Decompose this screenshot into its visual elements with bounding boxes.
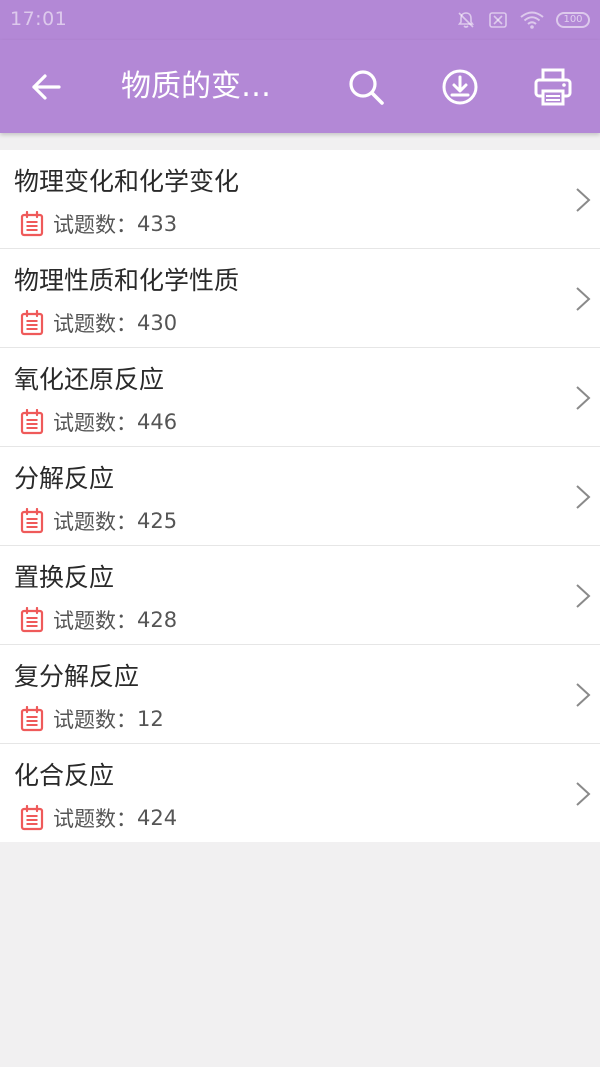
item-title: 复分解反应 (14, 662, 140, 691)
status-time: 17:01 (10, 8, 68, 30)
item-title: 物理变化和化学变化 (14, 167, 240, 196)
calendar-icon (20, 508, 44, 534)
chevron-right-icon (576, 287, 591, 311)
chevron-right-icon (576, 584, 591, 608)
calendar-icon (20, 607, 44, 633)
item-title: 分解反应 (14, 464, 115, 493)
arrow-back-icon (32, 74, 61, 100)
app-screen: 17:01 100 物质的变… 物理变化和化学变化 试题数： 433 物理性质和… (0, 0, 600, 1067)
count-label: 试题数： (53, 411, 137, 435)
topic-list: 物理变化和化学变化 试题数： 433 物理性质和化学性质 试题数： 430 氧化… (0, 150, 600, 842)
item-title: 物理性质和化学性质 (14, 266, 240, 295)
count-label: 试题数： (53, 807, 137, 831)
count-label: 试题数： (53, 213, 137, 237)
list-item[interactable]: 复分解反应 试题数： 12 (0, 645, 600, 744)
notifications-off-icon (457, 12, 475, 28)
question-count: 424 (137, 806, 178, 830)
item-title: 氧化还原反应 (14, 365, 165, 394)
calendar-icon (20, 409, 44, 435)
download-icon (442, 69, 478, 105)
calendar-icon (20, 310, 44, 336)
calendar-icon (20, 805, 44, 831)
calendar-icon (20, 706, 44, 732)
status-bar: 17:01 100 (0, 0, 600, 40)
print-icon (534, 68, 572, 106)
list-item[interactable]: 分解反应 试题数： 425 (0, 447, 600, 546)
question-count: 433 (137, 212, 178, 236)
search-icon (349, 70, 384, 105)
print-button[interactable] (531, 65, 575, 109)
battery-icon: 100 (556, 12, 590, 28)
back-button[interactable] (26, 67, 66, 107)
item-meta: 试题数： 433 (20, 210, 177, 238)
status-icons: 100 (456, 9, 590, 31)
battery-level: 100 (563, 14, 583, 25)
chevron-right-icon (576, 485, 591, 509)
item-meta: 试题数： 424 (20, 804, 177, 832)
chevron-right-icon (576, 188, 591, 212)
item-meta: 试题数： 430 (20, 309, 177, 337)
item-meta: 试题数： 425 (20, 507, 177, 535)
sim-off-icon (489, 12, 507, 28)
list-item[interactable]: 置换反应 试题数： 428 (0, 546, 600, 645)
list-item[interactable]: 氧化还原反应 试题数： 446 (0, 348, 600, 447)
search-button[interactable] (344, 65, 388, 109)
item-title: 置换反应 (14, 563, 115, 592)
item-meta: 试题数： 446 (20, 408, 177, 436)
calendar-icon (20, 211, 44, 237)
download-button[interactable] (438, 65, 482, 109)
list-item[interactable]: 化合反应 试题数： 424 (0, 744, 600, 842)
item-meta: 试题数： 428 (20, 606, 177, 634)
chevron-right-icon (576, 683, 591, 707)
count-label: 试题数： (53, 708, 137, 732)
count-label: 试题数： (53, 510, 137, 534)
item-meta: 试题数： 12 (20, 705, 164, 733)
list-item[interactable]: 物理性质和化学性质 试题数： 430 (0, 249, 600, 348)
toolbar: 物质的变… (0, 40, 600, 133)
question-count: 12 (137, 707, 164, 731)
question-count: 446 (137, 410, 178, 434)
list-item[interactable]: 物理变化和化学变化 试题数： 433 (0, 150, 600, 249)
page-title: 物质的变… (121, 69, 271, 104)
chevron-right-icon (576, 386, 591, 410)
question-count: 425 (137, 509, 178, 533)
chevron-right-icon (576, 782, 591, 806)
question-count: 430 (137, 311, 178, 335)
count-label: 试题数： (53, 609, 137, 633)
wifi-icon (520, 11, 544, 29)
item-title: 化合反应 (14, 761, 115, 790)
question-count: 428 (137, 608, 178, 632)
count-label: 试题数： (53, 312, 137, 336)
